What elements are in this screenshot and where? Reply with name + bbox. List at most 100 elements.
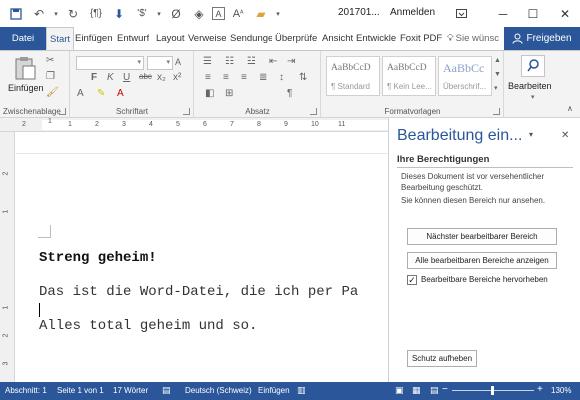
print-layout-icon[interactable]: ▦ <box>412 385 421 396</box>
zoom-slider-thumb[interactable] <box>491 386 494 395</box>
tab-start[interactable]: Start <box>46 27 75 50</box>
status-insert-mode[interactable]: Einfügen <box>258 386 290 395</box>
zoom-in-icon[interactable]: + <box>537 384 543 395</box>
clear-format-icon[interactable]: Ø <box>166 4 186 24</box>
web-layout-icon[interactable]: ▤ <box>430 385 439 396</box>
save-icon[interactable] <box>6 4 26 24</box>
tab-insert[interactable]: Einfügen <box>75 27 113 50</box>
text-effects-icon[interactable]: A <box>77 88 84 99</box>
style-standard[interactable]: AaBbCcD ¶ Standard <box>326 56 380 96</box>
close-icon[interactable]: ✕ <box>561 130 569 141</box>
tab-file[interactable]: Datei <box>0 27 46 50</box>
ribbon-options-icon[interactable] <box>446 0 476 27</box>
font-color-icon[interactable]: A <box>117 88 124 99</box>
styles-more-icon[interactable]: ▾ <box>494 84 498 92</box>
show-all-editable-regions-button[interactable]: Alle bearbeitbaren Bereiche anzeigen <box>407 252 557 269</box>
editing-button[interactable]: Bearbeiten <box>508 81 552 91</box>
shading-icon[interactable]: ◧ <box>205 88 214 99</box>
undo-icon[interactable]: ↶ <box>29 4 49 24</box>
show-formatting-icon[interactable]: ¶ <box>287 88 292 99</box>
bullets-icon[interactable]: ☰ <box>203 56 212 67</box>
status-section[interactable]: Abschnitt: 1 <box>5 386 47 395</box>
format-painter-icon[interactable]: 🖌︎ <box>46 87 59 98</box>
underline-button[interactable]: U <box>123 72 130 83</box>
chevron-down-icon[interactable]: ▾ <box>155 4 163 24</box>
borders-icon[interactable]: ⊞ <box>225 88 233 99</box>
chevron-down-icon[interactable]: ▾ <box>274 4 282 24</box>
status-word-count[interactable]: 17 Wörter <box>113 386 148 395</box>
proofing-icon[interactable]: ▤ <box>162 385 171 396</box>
redo-icon[interactable]: ↻ <box>63 4 83 24</box>
justify-icon[interactable]: ≣ <box>259 72 267 83</box>
highlight-icon[interactable]: ✎ <box>97 88 105 99</box>
superscript-button[interactable]: x² <box>173 72 181 83</box>
multilevel-list-icon[interactable]: ☳ <box>247 56 256 67</box>
status-page[interactable]: Seite 1 von 1 <box>57 386 104 395</box>
tab-layout[interactable]: Layout <box>156 27 185 50</box>
paste-label[interactable]: Einfügen <box>8 83 44 93</box>
format-icon[interactable]: '$' <box>132 4 152 24</box>
font-size-combo[interactable]: ▾ <box>147 56 173 70</box>
document-paragraph[interactable]: Alles total geheim und so. <box>39 318 257 334</box>
clipboard-launcher-icon[interactable] <box>59 108 66 115</box>
font-name-combo[interactable]: ▾ <box>76 56 144 70</box>
document-heading[interactable]: Streng geheim! <box>39 250 157 266</box>
stop-protection-button[interactable]: Schutz aufheben <box>407 350 477 367</box>
macro-icon[interactable]: ▥ <box>297 385 306 396</box>
zoom-out-icon[interactable]: − <box>442 384 448 395</box>
download-icon[interactable]: ⬇ <box>109 4 129 24</box>
text-box-icon[interactable]: A <box>212 7 225 20</box>
share-button[interactable]: Freigeben <box>504 27 580 50</box>
bold-button[interactable]: F <box>91 72 97 83</box>
document-canvas[interactable]: Streng geheim! Das ist die Word-Datei, d… <box>16 133 388 382</box>
tab-view[interactable]: Ansicht <box>322 27 353 50</box>
close-icon[interactable]: ✕ <box>550 0 580 27</box>
copy-icon[interactable]: ❐ <box>46 71 55 82</box>
status-language[interactable]: Deutsch (Schweiz) <box>185 386 252 395</box>
sign-in-link[interactable]: Anmelden <box>390 7 435 18</box>
folder-icon[interactable]: ▰ <box>251 4 271 24</box>
italic-button[interactable]: K <box>107 72 114 83</box>
cut-icon[interactable]: ✂ <box>46 55 54 66</box>
strikethrough-button[interactable]: abc <box>139 72 152 81</box>
chevron-down-icon[interactable]: ▾ <box>52 4 60 24</box>
style-heading[interactable]: AaBbCc Überschrif... <box>438 56 492 96</box>
field-icon[interactable]: {¶} <box>86 4 106 24</box>
tab-references[interactable]: Verweise <box>188 27 227 50</box>
line-spacing-icon[interactable]: ↕ <box>279 72 284 83</box>
align-left-icon[interactable]: ≡ <box>205 72 211 83</box>
numbering-icon[interactable]: ☷ <box>225 56 234 67</box>
subscript-button[interactable]: x₂ <box>157 72 166 83</box>
highlight-regions-checkbox[interactable]: ✓ <box>407 275 417 285</box>
font-color-icon[interactable]: Aᴬ <box>228 4 248 24</box>
tab-foxit-pdf[interactable]: Foxit PDF <box>400 27 442 50</box>
highlight-regions-label[interactable]: Bearbeitbare Bereiche hervorheben <box>421 275 548 284</box>
font-grow-icon[interactable]: A <box>175 57 181 67</box>
styles-scroll-down-icon[interactable]: ▼ <box>494 71 501 78</box>
style-no-spacing[interactable]: AaBbCcD ¶ Kein Lee... <box>382 56 436 96</box>
font-launcher-icon[interactable] <box>183 108 190 115</box>
tab-mailings[interactable]: Sendunge <box>230 27 272 50</box>
search-icon[interactable] <box>521 55 545 77</box>
document-paragraph[interactable]: Das ist die Word-Datei, die ich per Pa <box>39 284 358 300</box>
tell-me-box[interactable]: 💡︎ Sie wünsc <box>447 27 503 50</box>
collapse-ribbon-icon[interactable]: ∧ <box>567 104 573 113</box>
read-mode-icon[interactable]: ▣ <box>395 385 404 396</box>
tab-design[interactable]: Entwurf <box>117 27 149 50</box>
tab-developer[interactable]: Entwickle <box>356 27 396 50</box>
zoom-level[interactable]: 130% <box>551 386 571 395</box>
decrease-indent-icon[interactable]: ⇤ <box>269 56 277 67</box>
align-right-icon[interactable]: ≡ <box>241 72 247 83</box>
chevron-down-icon[interactable]: ▾ <box>531 93 535 101</box>
paste-icon[interactable] <box>10 55 40 81</box>
styles-scroll-up-icon[interactable]: ▲ <box>494 57 501 64</box>
increase-indent-icon[interactable]: ⇥ <box>287 56 295 67</box>
pane-options-icon[interactable]: ▾ <box>529 130 533 139</box>
tab-review[interactable]: Überprüfe <box>275 27 319 50</box>
minimize-icon[interactable]: ─ <box>488 0 518 27</box>
align-center-icon[interactable]: ≡ <box>223 72 229 83</box>
maximize-icon[interactable]: ☐ <box>518 0 548 27</box>
sort-icon[interactable]: ⇅ <box>299 72 307 83</box>
styles-launcher-icon[interactable] <box>493 108 500 115</box>
paragraph-launcher-icon[interactable] <box>310 108 317 115</box>
